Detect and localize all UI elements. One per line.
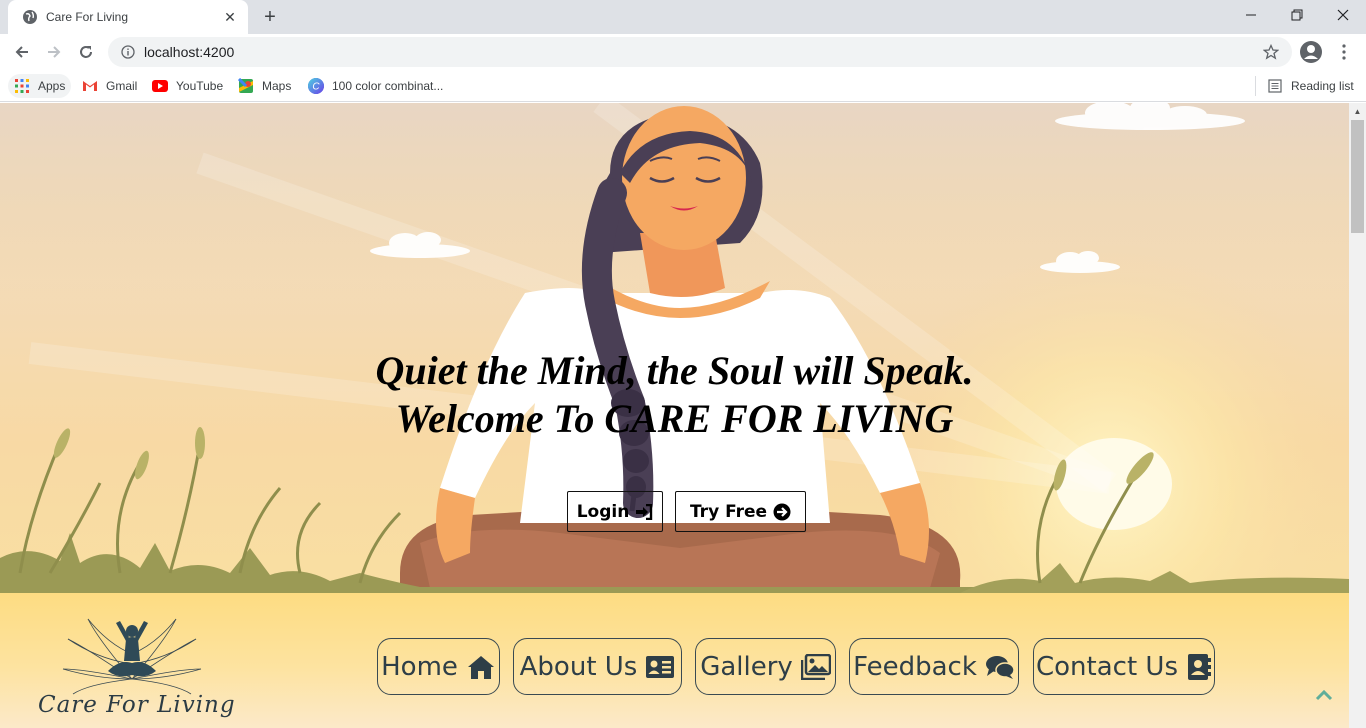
profile-avatar-icon[interactable] (1298, 39, 1324, 65)
bookmark-label: 100 color combinat... (332, 79, 444, 93)
logo-text: Care For Living (38, 692, 236, 718)
nav-home[interactable]: Home (377, 638, 500, 695)
forward-button[interactable] (40, 38, 68, 66)
canva-icon: C (308, 78, 324, 94)
id-card-icon (645, 655, 675, 679)
images-icon (800, 653, 831, 680)
page-scrollbar[interactable]: ▲ (1349, 103, 1366, 728)
new-tab-button[interactable]: + (258, 6, 282, 28)
reading-list-icon (1267, 78, 1283, 94)
nav-about-us[interactable]: About Us (513, 638, 682, 695)
try-free-button[interactable]: Try Free (675, 491, 806, 532)
bookmark-label: YouTube (176, 79, 224, 93)
address-bar[interactable]: localhost:4200 (108, 37, 1292, 67)
comments-icon (985, 654, 1015, 680)
back-button[interactable] (8, 38, 36, 66)
nav-label: About Us (519, 651, 638, 682)
bookmark-star-icon[interactable] (1262, 43, 1280, 61)
more-menu-icon[interactable] (1334, 39, 1354, 65)
close-tab-icon[interactable]: ✕ (222, 9, 238, 25)
address-book-icon (1186, 653, 1212, 681)
svg-text:C: C (312, 82, 320, 93)
page-viewport: Quiet the Mind, the Soul will Speak. Wel… (0, 103, 1366, 728)
bookmark-label: Maps (262, 79, 292, 93)
chevron-up-icon (1315, 689, 1333, 701)
info-icon[interactable] (120, 44, 136, 60)
globe-icon (22, 9, 38, 25)
apps-grid-icon (14, 78, 30, 94)
youtube-icon (152, 78, 168, 94)
try-free-label: Try Free (689, 501, 768, 522)
nav-label: Home (381, 651, 458, 682)
hero-headline: Quiet the Mind, the Soul will Speak. Wel… (0, 347, 1349, 443)
scroll-up-arrow-icon[interactable]: ▲ (1349, 103, 1366, 120)
bookmarks-separator (1255, 76, 1256, 96)
gmail-icon (82, 78, 98, 94)
tab-title: Care For Living (46, 10, 129, 24)
bookmark-apps[interactable]: Apps (8, 74, 72, 98)
reading-list-label: Reading list (1291, 79, 1354, 93)
home-icon (466, 654, 496, 680)
bookmark-label: Gmail (106, 79, 138, 93)
nav-gallery[interactable]: Gallery (695, 638, 836, 695)
main-navbar: Care For Living Home About Us Gallery Fe… (0, 593, 1366, 728)
login-label: Login (576, 501, 630, 522)
login-button[interactable]: Login (567, 491, 663, 532)
url-text: localhost:4200 (144, 44, 235, 60)
arrow-circle-right-icon (773, 503, 791, 521)
nav-label: Gallery (700, 651, 793, 682)
hero-welcome: Welcome To CARE FOR LIVING (395, 396, 954, 441)
reload-button[interactable] (72, 38, 100, 66)
nav-label: Feedback (853, 651, 977, 682)
scroll-to-top-button[interactable] (1312, 683, 1336, 707)
browser-toolbar: localhost:4200 (0, 34, 1366, 70)
minimize-button[interactable] (1228, 0, 1274, 30)
restore-button[interactable] (1274, 0, 1320, 30)
reading-list-button[interactable]: Reading list (1261, 74, 1360, 98)
bookmarks-bar: Apps Gmail YouTube Maps C 100 color comb… (0, 70, 1366, 102)
hero-quote: Quiet the Mind, the Soul will Speak. (375, 348, 974, 393)
bookmark-maps[interactable]: Maps (232, 74, 297, 98)
nav-label: Contact Us (1036, 651, 1178, 682)
lotus-yoga-logo-icon (62, 618, 202, 695)
bookmark-gmail[interactable]: Gmail (76, 74, 143, 98)
nav-feedback[interactable]: Feedback (849, 638, 1019, 695)
bookmark-youtube[interactable]: YouTube (146, 74, 229, 98)
nav-contact-us[interactable]: Contact Us (1033, 638, 1215, 695)
scroll-thumb[interactable] (1351, 120, 1364, 233)
sign-in-icon (635, 503, 653, 520)
maps-icon (238, 78, 254, 94)
bookmark-label: Apps (38, 79, 66, 93)
bookmark-color-combinations[interactable]: C 100 color combinat... (302, 74, 449, 98)
tab-strip: Care For Living ✕ + (0, 0, 1366, 34)
close-window-button[interactable] (1320, 0, 1366, 30)
browser-tab[interactable]: Care For Living ✕ (8, 0, 248, 34)
hero-section: Quiet the Mind, the Soul will Speak. Wel… (0, 103, 1349, 593)
